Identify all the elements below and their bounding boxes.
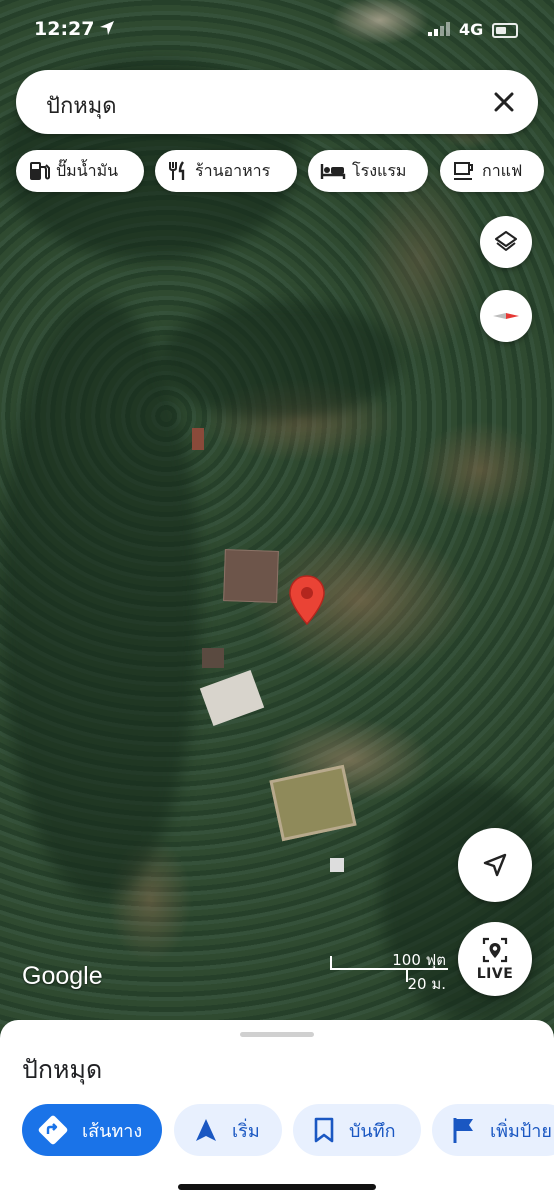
building-roof [202, 648, 224, 668]
chip-hotel[interactable]: โรงแรม [308, 150, 428, 192]
sheet-drag-handle[interactable] [240, 1032, 314, 1037]
compass-button[interactable] [480, 290, 532, 342]
start-label: เริ่ม [232, 1120, 260, 1142]
live-view-button[interactable]: LIVE [458, 922, 532, 996]
search-query[interactable]: ปักหมุด [46, 88, 117, 123]
chip-label: กาแฟ [482, 160, 523, 180]
location-services-icon [100, 21, 114, 35]
start-button[interactable]: เริ่ม [174, 1104, 282, 1156]
chip-coffee[interactable]: กาแฟ [440, 150, 544, 192]
my-location-button[interactable] [458, 828, 532, 902]
directions-button[interactable]: เส้นทาง [22, 1104, 162, 1156]
scale-meters: 20 ม. [407, 975, 446, 993]
chip-label: ร้านอาหาร [195, 160, 271, 180]
gas-station-icon [30, 162, 50, 180]
add-label-button[interactable]: เพิ่มป้าย [432, 1104, 554, 1156]
save-label: บันทึก [349, 1120, 396, 1142]
close-icon[interactable] [488, 86, 520, 118]
status-bar: 12:27 4G [0, 0, 554, 60]
building-roof [199, 669, 265, 727]
live-label: LIVE [476, 966, 514, 982]
map-scale: 100 ฟุต 20 ม. [330, 948, 448, 993]
network-type: 4G [459, 20, 484, 39]
layers-button[interactable] [480, 216, 532, 268]
directions-label: เส้นทาง [82, 1120, 143, 1142]
layers-icon [495, 231, 517, 251]
add-label-text: เพิ่มป้าย [490, 1120, 552, 1142]
chip-label: โรงแรม [352, 160, 407, 180]
chip-label: ปั๊มน้ำมัน [56, 160, 119, 180]
building-roof [330, 858, 344, 872]
restaurant-icon [169, 161, 185, 180]
directions-icon [38, 1115, 68, 1145]
bookmark-icon [314, 1117, 334, 1143]
hotel-icon [320, 164, 346, 179]
coffee-icon [454, 162, 473, 180]
live-view-icon [482, 937, 508, 963]
pond [269, 764, 357, 842]
place-title: ปักหมุด [22, 1055, 103, 1084]
flag-icon [453, 1118, 473, 1143]
place-bottom-sheet[interactable]: ปักหมุด เส้นทาง เริ่ม บันทึก เพิ่มป้าย [0, 1020, 554, 1200]
search-bar[interactable]: ปักหมุด [16, 70, 538, 134]
chip-gas-station[interactable]: ปั๊มน้ำมัน [16, 150, 144, 192]
building-roof [223, 549, 279, 603]
battery-icon [492, 23, 518, 38]
chip-restaurant[interactable]: ร้านอาหาร [155, 150, 297, 192]
building-roof [192, 428, 204, 450]
navigation-arrow-icon [483, 853, 507, 877]
google-logo: Google [22, 962, 103, 990]
compass-icon [493, 313, 519, 319]
navigation-arrow-icon [196, 1119, 216, 1141]
location-pin-icon[interactable] [288, 574, 326, 626]
home-indicator[interactable] [178, 1184, 376, 1190]
signal-icon [428, 22, 450, 36]
status-time: 12:27 [34, 18, 95, 40]
save-button[interactable]: บันทึก [293, 1104, 421, 1156]
